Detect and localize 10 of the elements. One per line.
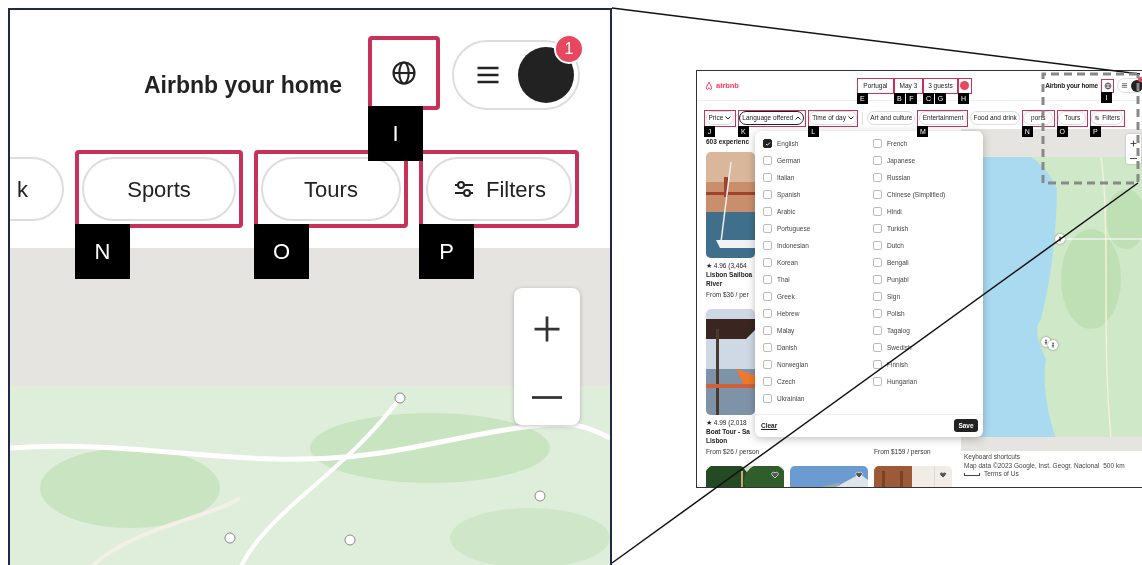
host-link[interactable]: Airbnb your home [143,68,342,103]
category-pill[interactable]: Sports [82,157,236,221]
category-pill[interactable]: k [10,157,64,221]
notification-badge: 1 [554,34,584,64]
annotation-label: N [75,224,130,279]
annotation-label: P [419,224,474,279]
filters-button[interactable]: Filters [426,157,572,221]
annotation-label: I [368,106,423,161]
annotation-label: O [254,224,309,279]
category-pill[interactable]: Tours [261,157,401,221]
